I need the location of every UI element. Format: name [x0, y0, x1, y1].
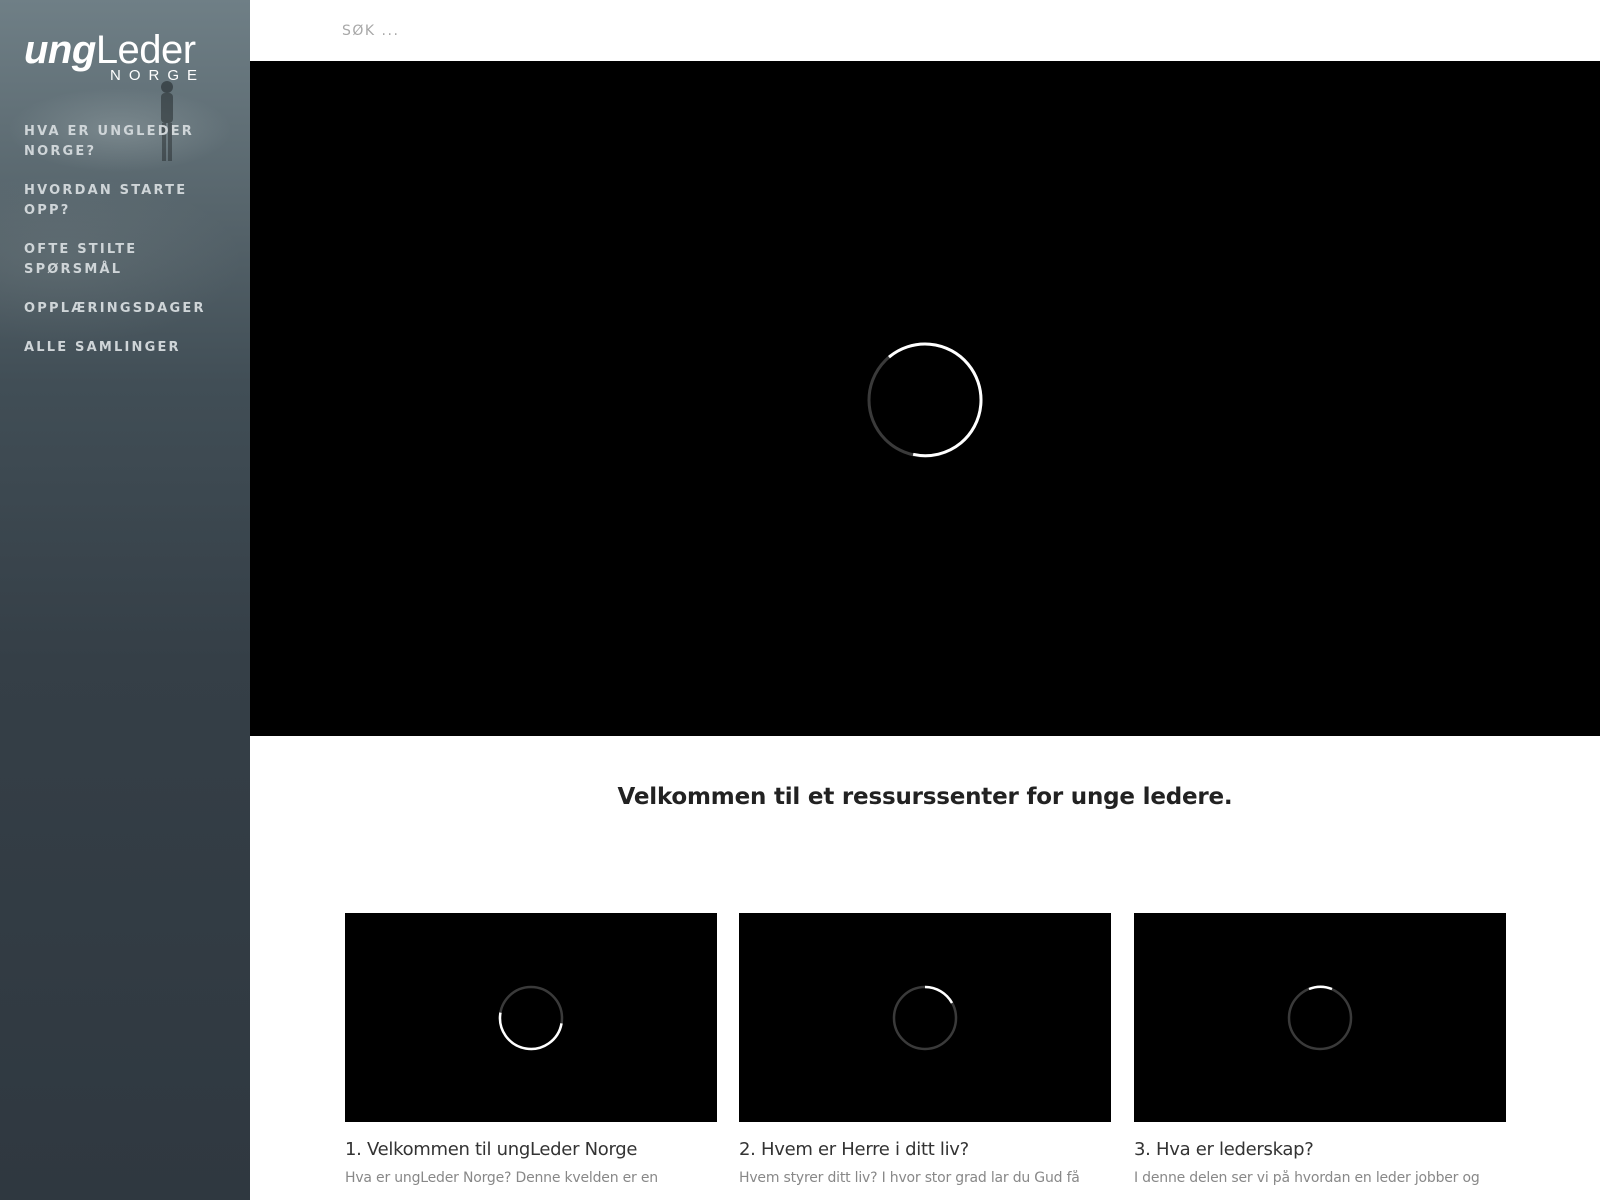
video-card-title[interactable]: 1. Velkommen til ungLeder Norge	[345, 1139, 717, 1160]
video-card-title[interactable]: 2. Hvem er Herre i ditt liv?	[739, 1139, 1111, 1160]
video-thumbnail[interactable]	[345, 913, 717, 1122]
nav-item-ofte-stilte-sporsmal[interactable]: OFTE STILTE SPØRSMÅL	[24, 240, 234, 280]
loading-spinner-icon	[1287, 985, 1353, 1051]
logo-norge: NORGE	[110, 67, 206, 84]
nav-item-hvordan-starte-opp[interactable]: HVORDAN STARTE OPP?	[24, 181, 234, 221]
video-card-description: Hvem styrer ditt liv? I hvor stor grad l…	[739, 1170, 1080, 1186]
ungleder-logo[interactable]: ungLeder NORGE	[24, 28, 224, 88]
video-card[interactable]: 3. Hva er lederskap? I denne delen ser v…	[1134, 913, 1506, 1186]
video-thumbnail[interactable]	[1134, 913, 1506, 1122]
loading-spinner-icon	[892, 985, 958, 1051]
loading-spinner-icon	[867, 342, 983, 458]
video-card[interactable]: 2. Hvem er Herre i ditt liv? Hvem styrer…	[739, 913, 1111, 1186]
sidebar-nav: HVA ER UNGLEDER NORGE? HVORDAN STARTE OP…	[24, 122, 234, 377]
logo-ung: ung	[24, 28, 96, 72]
loading-spinner-icon	[498, 985, 564, 1051]
hero-video-player[interactable]	[250, 61, 1600, 736]
sidebar: ungLeder NORGE HVA ER UNGLEDER NORGE? HV…	[0, 0, 250, 1200]
nav-item-opplaeringsdager[interactable]: OPPLÆRINGSDAGER	[24, 299, 234, 319]
video-card-description: I denne delen ser vi på hvordan en leder…	[1134, 1170, 1480, 1186]
nav-item-alle-samlinger[interactable]: ALLE SAMLINGER	[24, 338, 234, 358]
video-card-description: Hva er ungLeder Norge? Denne kvelden er …	[345, 1170, 658, 1186]
video-thumbnail[interactable]	[739, 913, 1111, 1122]
nav-item-hva-er-ungleder[interactable]: HVA ER UNGLEDER NORGE?	[24, 122, 234, 162]
video-card[interactable]: 1. Velkommen til ungLeder Norge Hva er u…	[345, 913, 717, 1186]
welcome-heading: Velkommen til et ressurssenter for unge …	[617, 784, 1233, 810]
video-card-title[interactable]: 3. Hva er lederskap?	[1134, 1139, 1506, 1160]
top-search-bar	[250, 0, 1600, 61]
search-input[interactable]	[342, 14, 942, 48]
